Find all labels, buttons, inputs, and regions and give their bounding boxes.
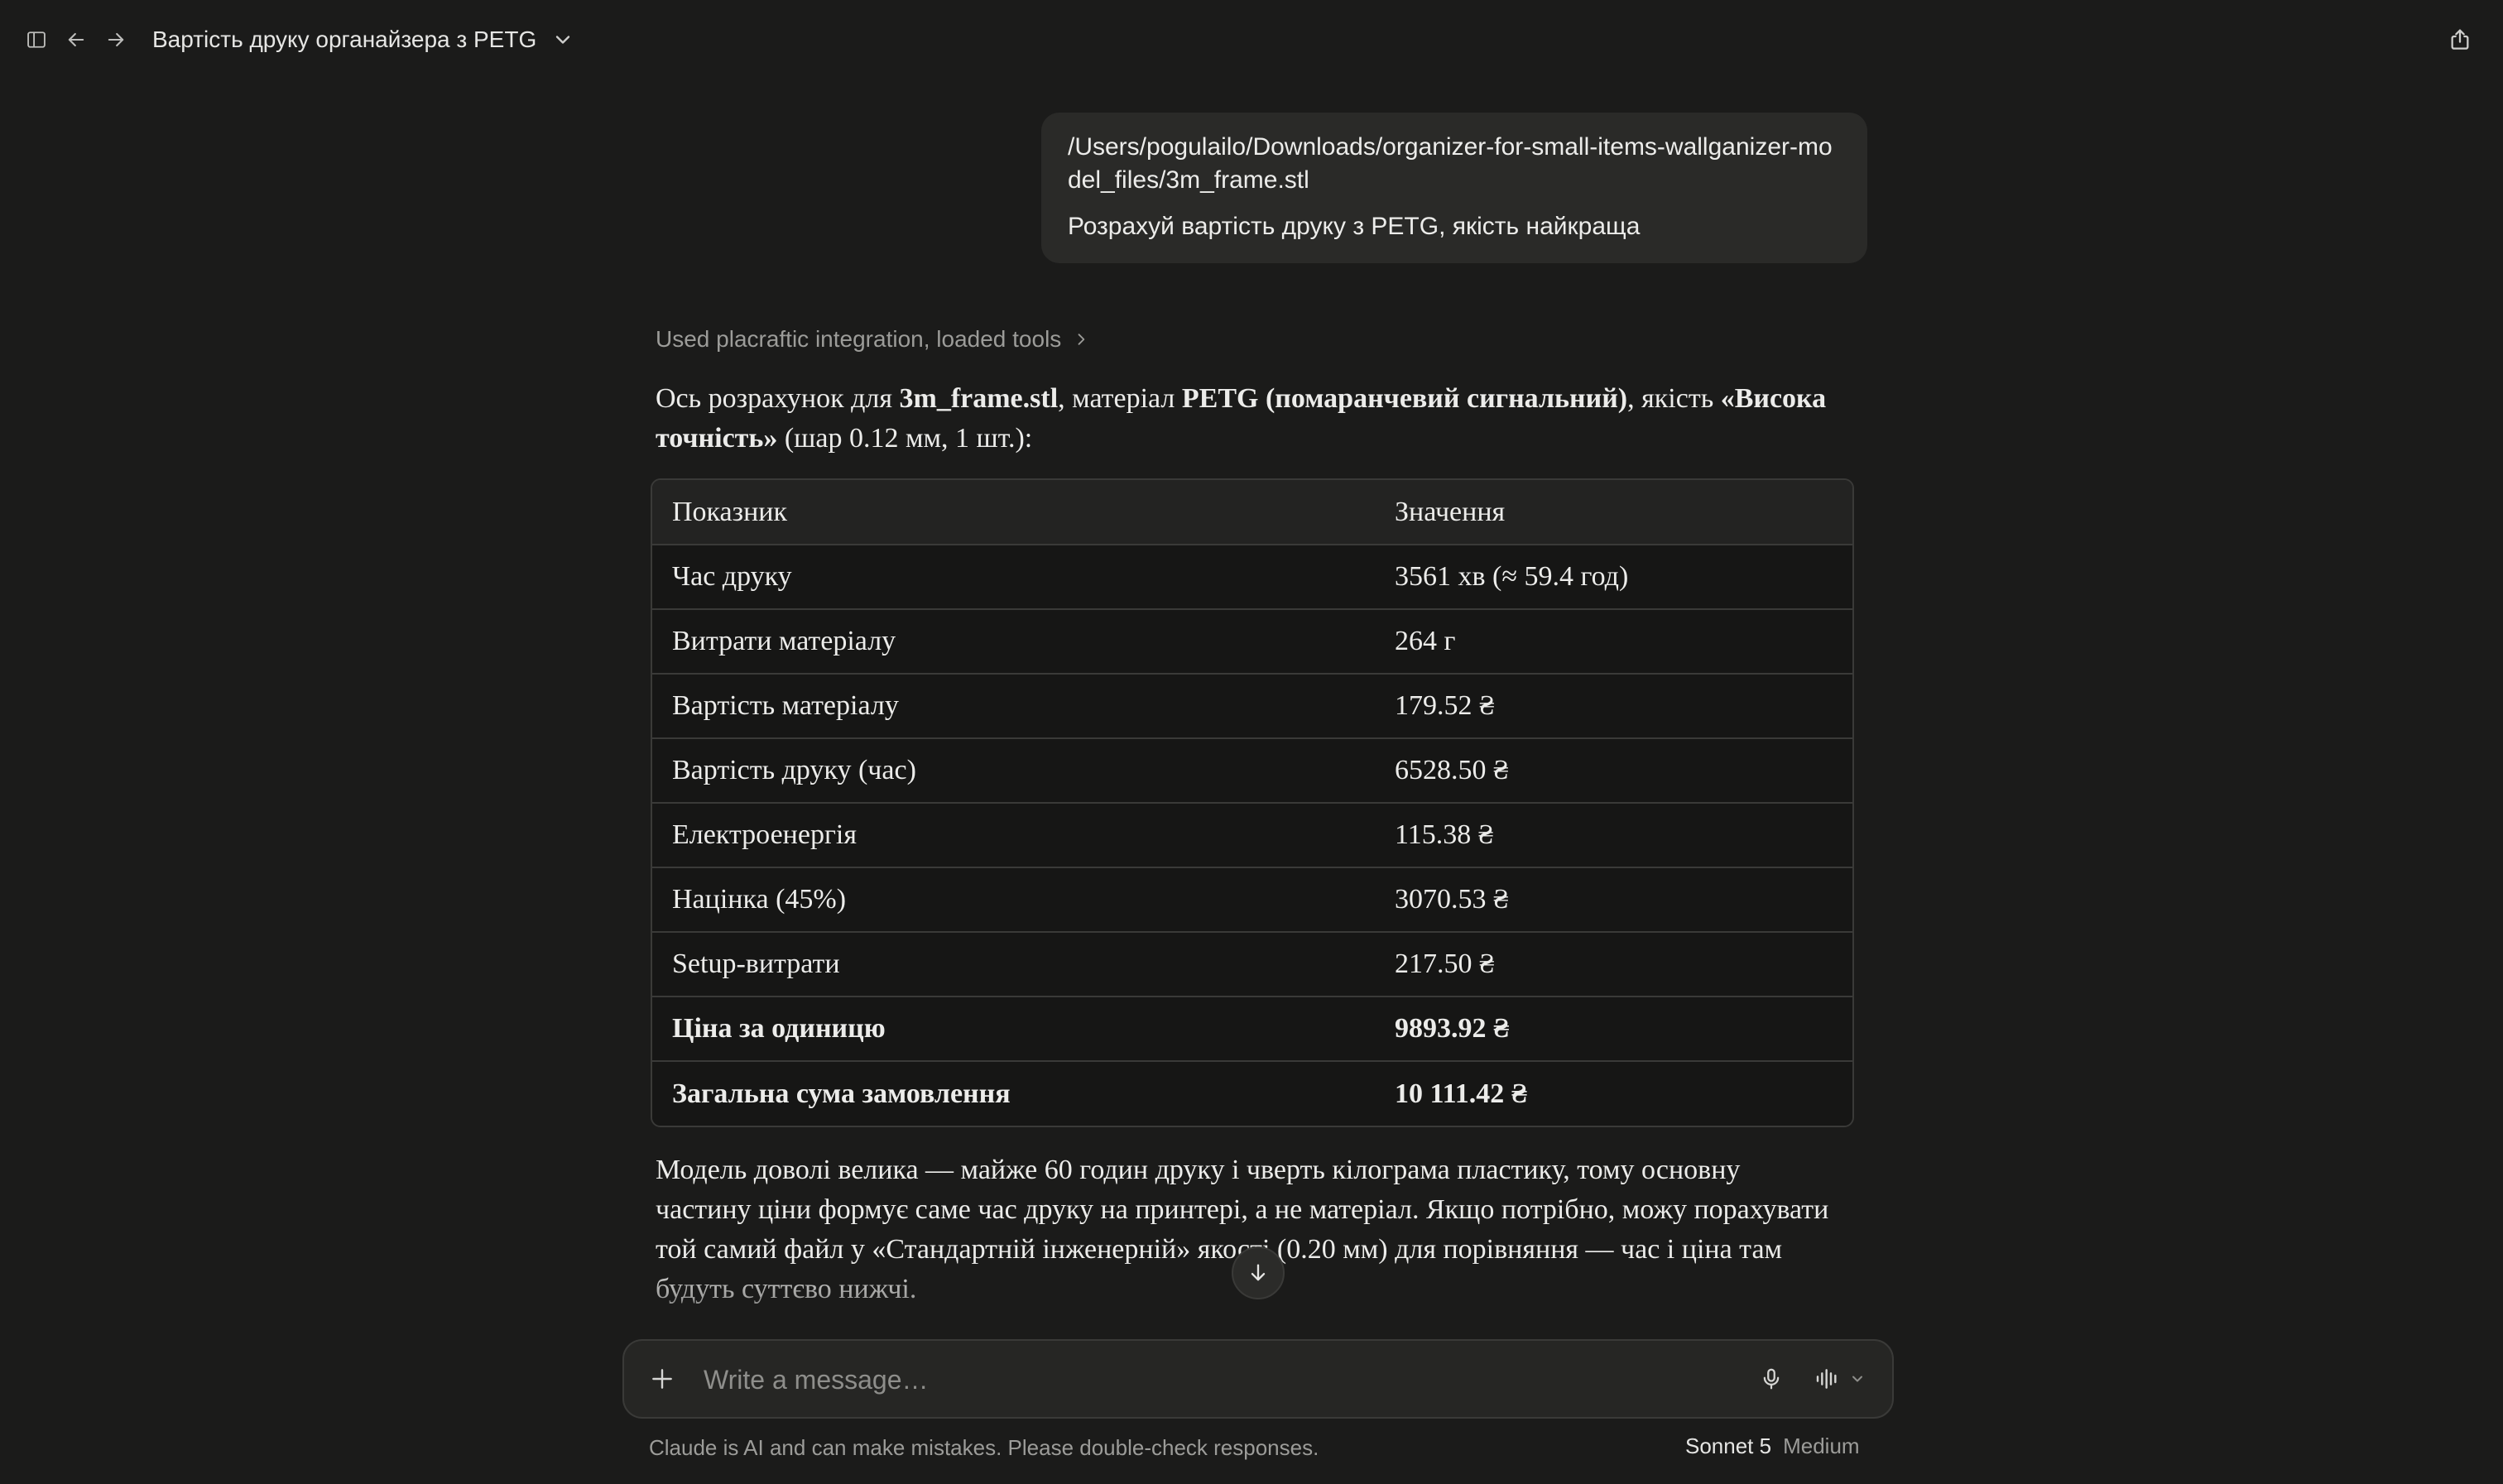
row-label: Час друку: [652, 545, 1375, 610]
table-header-metric: Показник: [652, 480, 1375, 545]
intro-text-4: (шар 0.12 мм, 1 шт.):: [777, 423, 1033, 454]
tools-used-label: Used placraftic integration, loaded tool…: [656, 326, 1062, 352]
table-header-value: Значення: [1375, 480, 1852, 545]
chevron-down-icon: [1852, 1376, 1862, 1382]
conversation-title[interactable]: Вартість друку органайзера з PETG: [152, 23, 574, 56]
table-row: Електроенергія 115.38 ₴: [652, 803, 1852, 868]
message-composer: [622, 1339, 1894, 1419]
intro-text-3: , якість: [1627, 383, 1721, 414]
row-value: 217.50 ₴: [1375, 932, 1852, 997]
voice-waveform-icon: [1816, 1369, 1837, 1389]
row-value: 10 111.42 ₴: [1375, 1061, 1852, 1126]
row-value: 9893.92 ₴: [1375, 997, 1852, 1062]
intro-material: PETG (помаранчевий сигнальний): [1181, 383, 1628, 414]
row-value: 264 г: [1375, 609, 1852, 675]
row-value: 3561 хв (≈ 59.4 год): [1375, 545, 1852, 610]
model-name: Sonnet 5: [1685, 1434, 1772, 1458]
arrow-right-icon[interactable]: [101, 25, 131, 55]
table-row: Час друку 3561 хв (≈ 59.4 год): [652, 545, 1852, 610]
table-row: Націнка (45%) 3070.53 ₴: [652, 867, 1852, 933]
intro-text-1: Ось розрахунок для: [656, 383, 900, 414]
row-label: Загальна сума замовлення: [652, 1061, 1375, 1126]
row-value: 6528.50 ₴: [1375, 738, 1852, 804]
user-message-file-path: /Users/pogulailo/Downloads/organizer-for…: [1068, 133, 1833, 194]
row-label: Електроенергія: [652, 803, 1375, 868]
row-label: Ціна за одиницю: [652, 997, 1375, 1062]
voice-mode-button[interactable]: [1813, 1361, 1879, 1397]
model-selector[interactable]: Sonnet 5 Medium: [1685, 1434, 1860, 1459]
row-label: Вартість друку (час): [652, 738, 1375, 804]
top-bar: Вартість друку органайзера з PETG: [0, 0, 2503, 79]
response-intro: Ось розрахунок для 3m_frame.stl, матеріа…: [656, 379, 1831, 459]
table-row: Вартість друку (час) 6528.50 ₴: [652, 738, 1852, 804]
cost-table: Показник Значення Час друку 3561 хв (≈ 5…: [651, 478, 1854, 1127]
intro-text-2: , матеріал: [1058, 383, 1182, 414]
scroll-to-bottom-button[interactable]: [1232, 1246, 1285, 1299]
share-icon[interactable]: [2443, 23, 2477, 56]
message-input[interactable]: [702, 1359, 1695, 1400]
row-label: Вартість матеріалу: [652, 674, 1375, 739]
plus-icon[interactable]: [646, 1362, 679, 1395]
table-row-total: Загальна сума замовлення 10 111.42 ₴: [652, 1061, 1852, 1126]
row-label: Setup-витрати: [652, 932, 1375, 997]
table-row: Setup-витрати 217.50 ₴: [652, 932, 1852, 997]
table-header-row: Показник Значення: [652, 480, 1852, 545]
row-label: Витрати матеріалу: [652, 609, 1375, 675]
arrow-down-icon: [1251, 1264, 1266, 1281]
user-message: /Users/pogulailo/Downloads/organizer-for…: [1041, 113, 1867, 263]
intro-file-name: 3m_frame.stl: [899, 383, 1059, 414]
row-value: 115.38 ₴: [1375, 803, 1852, 868]
ai-disclaimer: Claude is AI and can make mistakes. Plea…: [649, 1435, 1319, 1460]
microphone-icon[interactable]: [1755, 1362, 1788, 1395]
row-label: Націнка (45%): [652, 867, 1375, 933]
chevron-right-icon: [1073, 331, 1089, 348]
table-row-unit-price: Ціна за одиницю 9893.92 ₴: [652, 997, 1852, 1062]
tools-used-toggle[interactable]: Used placraftic integration, loaded tool…: [656, 323, 1089, 356]
sidebar-icon[interactable]: [22, 25, 51, 55]
table-row: Вартість матеріалу 179.52 ₴: [652, 674, 1852, 739]
arrow-left-icon[interactable]: [61, 25, 91, 55]
row-value: 179.52 ₴: [1375, 674, 1852, 739]
table-row: Витрати матеріалу 264 г: [652, 609, 1852, 675]
model-mode: Medium: [1783, 1434, 1860, 1458]
conversation-title-text: Вартість друку органайзера з PETG: [152, 26, 537, 52]
user-message-text: Розрахуй вартість друку з PETG, якість н…: [1068, 213, 1641, 240]
row-value: 3070.53 ₴: [1375, 867, 1852, 933]
chevron-down-icon: [551, 28, 574, 51]
